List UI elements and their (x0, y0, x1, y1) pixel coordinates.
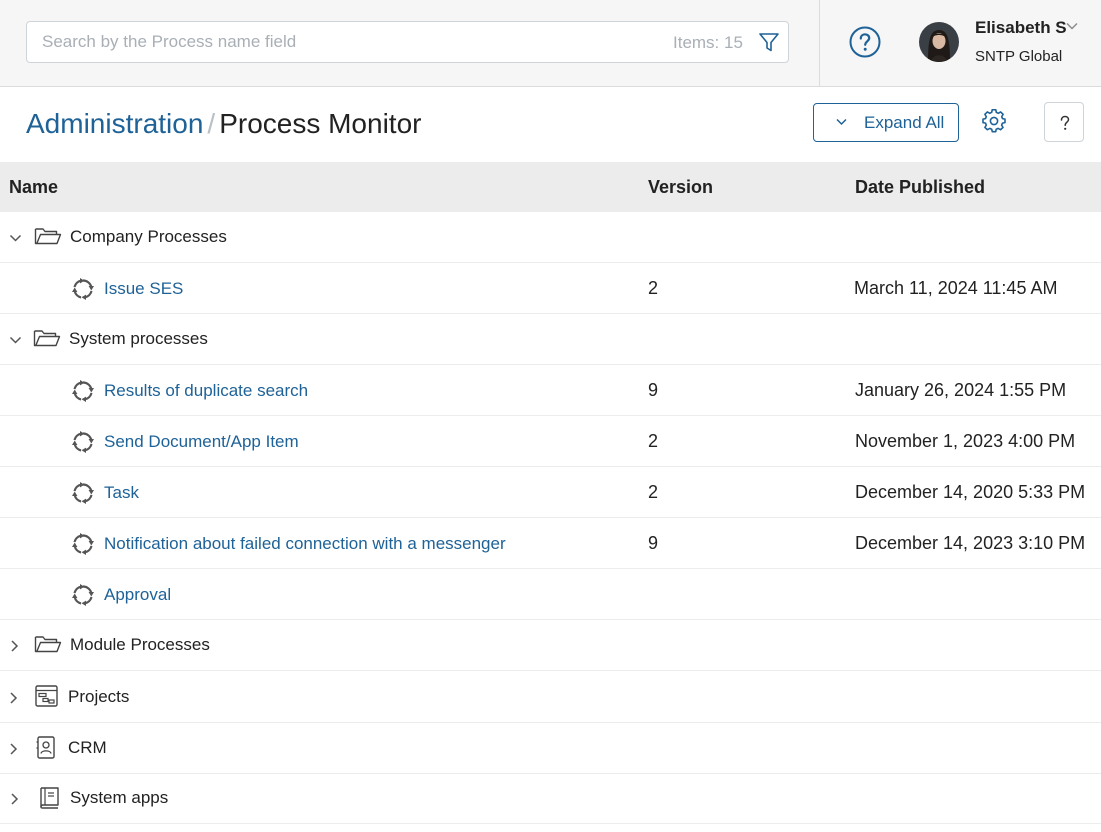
chevron-right-icon[interactable] (7, 692, 20, 704)
chevron-right-icon[interactable] (7, 743, 20, 755)
folder-label: System processes (69, 329, 208, 348)
process-cycle-icon (71, 430, 95, 454)
avatar[interactable] (919, 22, 959, 62)
folder-open-icon (33, 328, 61, 348)
chevron-down-icon[interactable] (9, 334, 22, 346)
filter-icon[interactable] (758, 31, 780, 53)
folder-label: Module Processes (70, 635, 210, 654)
process-cycle-icon (71, 583, 95, 607)
folder-label: Projects (68, 687, 130, 706)
chevron-down-icon[interactable] (9, 232, 22, 244)
process-link[interactable]: Notification about failed connection wit… (104, 534, 506, 554)
process-link[interactable]: Task (104, 483, 139, 503)
expand-all-button[interactable]: Expand All (813, 103, 959, 142)
table-header: Name Version Date Published (0, 162, 1101, 212)
process-cycle-icon (71, 481, 95, 505)
column-date-published[interactable]: Date Published (855, 177, 985, 198)
process-date: December 14, 2023 3:10 PM (855, 533, 1086, 553)
process-date: December 14, 2020 5:33 PM (855, 482, 1086, 502)
table-row[interactable]: Results of duplicate search 9 January 26… (0, 365, 1101, 416)
gear-icon[interactable] (982, 109, 1006, 133)
table-row[interactable]: Approval (0, 569, 1101, 620)
help-circle-icon[interactable] (849, 26, 881, 58)
help-button[interactable] (1044, 102, 1084, 142)
items-count: Items: 15 (673, 33, 743, 52)
table-row[interactable]: Notification about failed connection wit… (0, 518, 1101, 569)
process-date: March 11, 2024 11:45 AM (854, 278, 1058, 298)
table-row[interactable]: Issue SES 2 March 11, 2024 11:45 AM (0, 263, 1101, 314)
breadcrumb-separator: / (207, 108, 216, 139)
process-cycle-icon (71, 532, 95, 556)
column-name[interactable]: Name (9, 177, 58, 198)
folder-row-company-processes[interactable]: Company Processes (0, 212, 1101, 263)
chevron-down-icon[interactable] (1066, 21, 1078, 31)
process-link[interactable]: Send Document/App Item (104, 432, 299, 452)
search-input[interactable] (27, 22, 647, 62)
process-cycle-icon (71, 379, 95, 403)
folder-row-system-processes[interactable]: System processes (0, 314, 1101, 365)
folder-open-icon (34, 634, 62, 654)
book-icon (40, 787, 59, 809)
breadcrumb: Administration / Process Monitor (26, 108, 421, 140)
question-icon (1060, 115, 1070, 130)
divider (819, 0, 820, 86)
chevron-right-icon[interactable] (8, 640, 21, 652)
search-box: Items: 15 (26, 21, 789, 63)
chevron-down-icon (836, 118, 847, 126)
projects-board-icon (35, 685, 58, 707)
folder-row-projects[interactable]: Projects (0, 672, 1101, 723)
process-version: 9 (648, 533, 659, 553)
contact-card-icon (36, 736, 55, 759)
top-bar: Items: 15 Elisabeth S SNTP Global (0, 0, 1101, 87)
expand-all-label: Expand All (864, 113, 945, 132)
table-row[interactable]: Task 2 December 14, 2020 5:33 PM (0, 467, 1101, 518)
user-name[interactable]: Elisabeth S (975, 18, 1067, 38)
folder-row-module-processes[interactable]: Module Processes (0, 620, 1101, 671)
folder-row-system-apps[interactable]: System apps (0, 773, 1101, 824)
table-row[interactable]: Send Document/App Item 2 November 1, 202… (0, 416, 1101, 467)
folder-label: CRM (68, 738, 107, 757)
process-link[interactable]: Issue SES (104, 279, 183, 299)
process-version: 2 (648, 482, 659, 502)
page-title: Process Monitor (219, 108, 422, 139)
process-link[interactable]: Approval (104, 585, 171, 605)
folder-label: System apps (70, 788, 169, 807)
process-cycle-icon (71, 277, 95, 301)
column-version[interactable]: Version (648, 177, 713, 198)
user-company: SNTP Global (975, 48, 1063, 65)
process-date: November 1, 2023 4:00 PM (855, 431, 1076, 451)
folder-row-crm[interactable]: CRM (0, 723, 1101, 774)
process-date: January 26, 2024 1:55 PM (855, 380, 1067, 400)
process-version: 2 (648, 431, 659, 451)
folder-label: Company Processes (70, 227, 227, 246)
chevron-right-icon[interactable] (8, 793, 21, 805)
process-version: 2 (648, 278, 659, 298)
process-version: 9 (648, 380, 659, 400)
breadcrumb-administration[interactable]: Administration (26, 108, 203, 139)
folder-open-icon (34, 226, 62, 246)
process-link[interactable]: Results of duplicate search (104, 381, 308, 401)
